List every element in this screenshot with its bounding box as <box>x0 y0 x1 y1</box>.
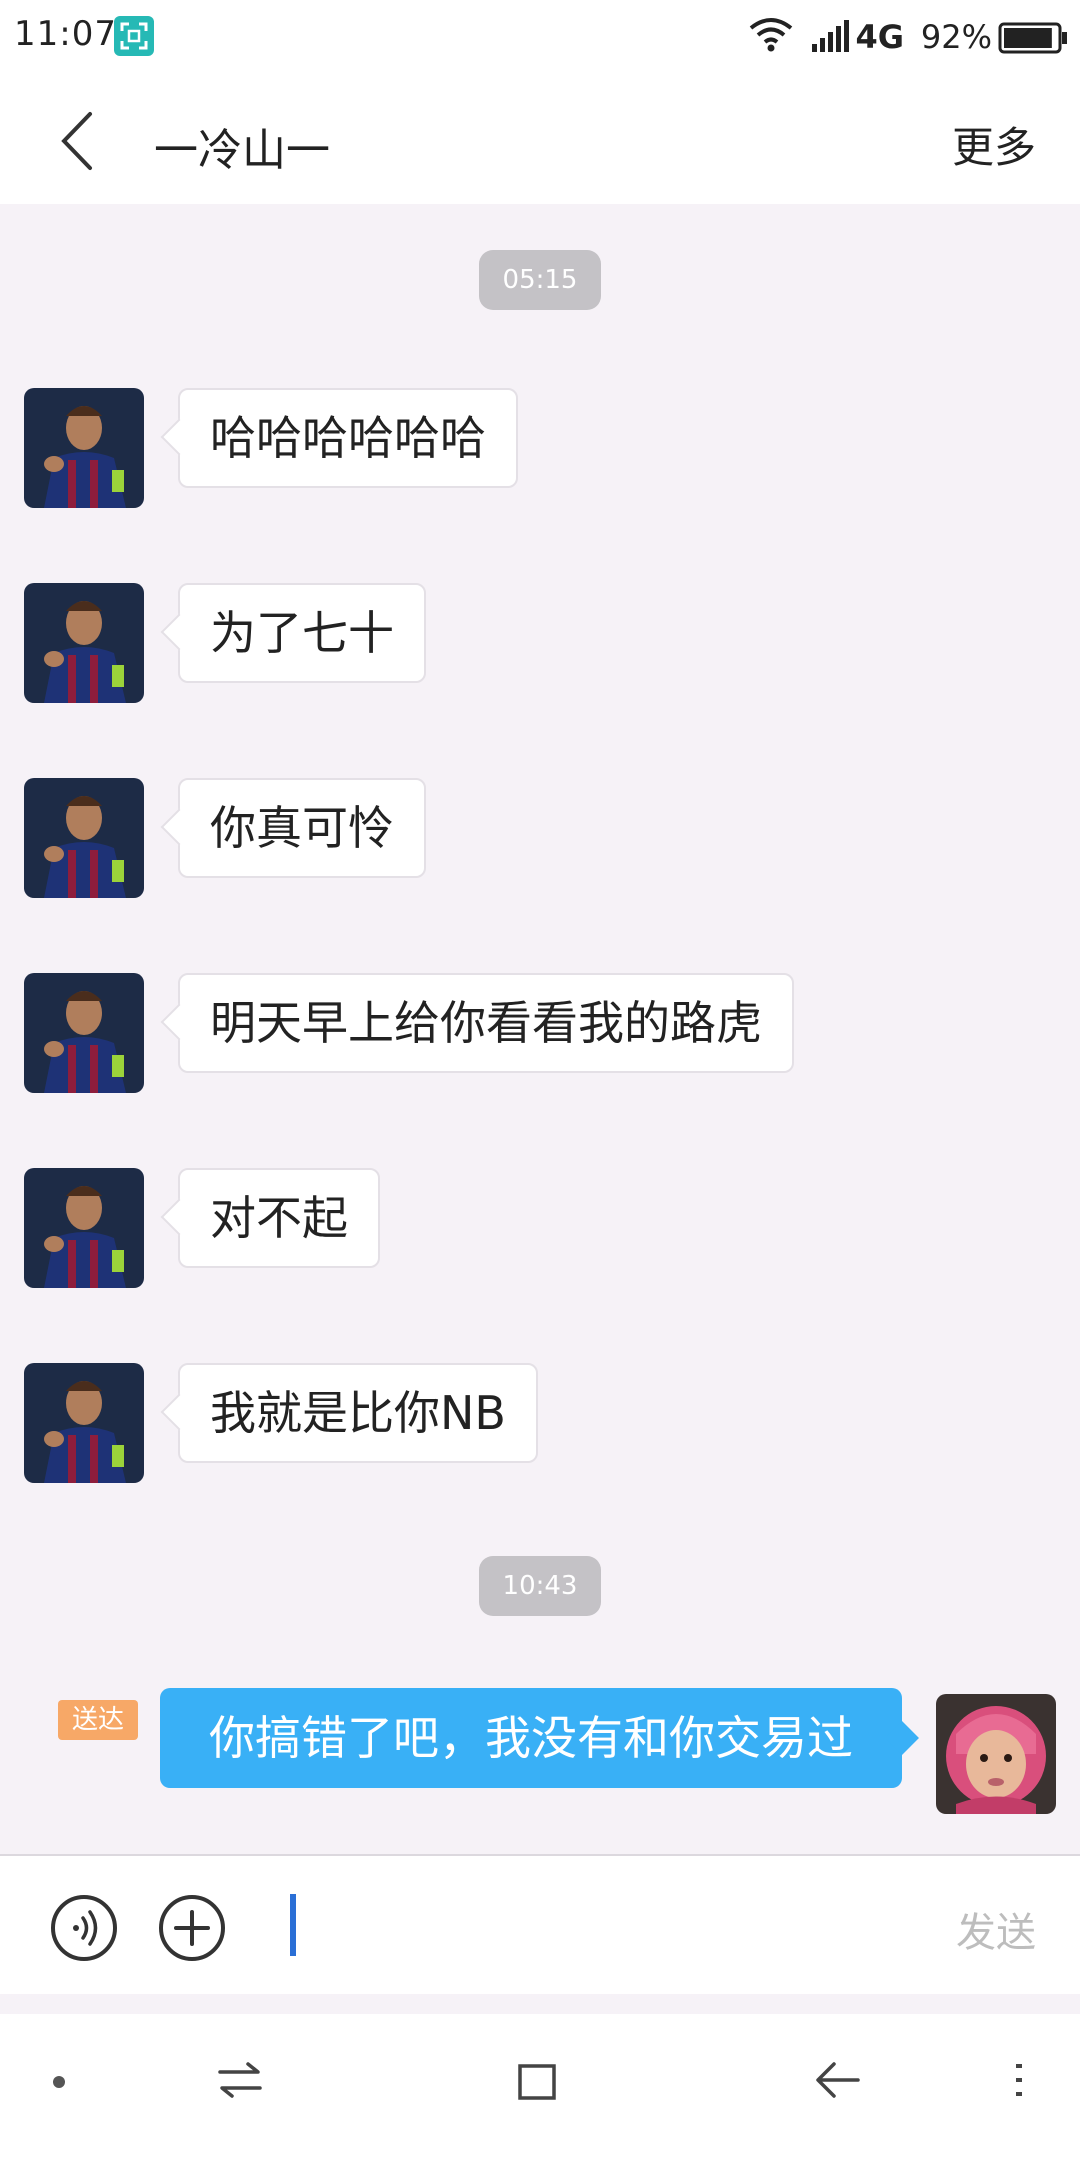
back-nav-icon[interactable] <box>814 2056 862 2108</box>
contact-avatar[interactable] <box>24 778 144 898</box>
chat-header: 一冷山一 更多 <box>0 78 1080 204</box>
message-text: 明天早上给你看看我的路虎 <box>210 996 762 1050</box>
sent-message[interactable]: 你搞错了吧，我没有和你交易过 <box>160 1688 902 1788</box>
received-message[interactable]: 为了七十 <box>178 583 426 683</box>
chat-title: 一冷山一 <box>154 125 330 176</box>
time-separator: 05:15 <box>479 250 601 310</box>
received-message[interactable]: 我就是比你NB <box>178 1363 538 1463</box>
received-message[interactable]: 哈哈哈哈哈哈 <box>178 388 518 488</box>
time-separator: 10:43 <box>479 1556 601 1616</box>
home-icon[interactable] <box>514 2056 562 2108</box>
message-text: 哈哈哈哈哈哈 <box>210 411 486 465</box>
system-nav-bar <box>0 2014 1080 2160</box>
text-cursor <box>290 1894 296 1956</box>
contact-avatar[interactable] <box>24 1168 144 1288</box>
screenshot-icon <box>114 16 154 56</box>
network-type: 4G <box>855 18 904 56</box>
received-message[interactable]: 你真可怜 <box>178 778 426 878</box>
contact-avatar[interactable] <box>24 583 144 703</box>
voice-input-icon[interactable] <box>50 1894 118 1966</box>
battery-icon <box>998 22 1068 58</box>
message-text: 你搞错了吧，我没有和你交易过 <box>209 1711 853 1765</box>
received-message[interactable]: 对不起 <box>178 1168 380 1268</box>
message-text: 对不起 <box>210 1191 348 1245</box>
contact-avatar[interactable] <box>24 1363 144 1483</box>
message-input[interactable] <box>300 1892 904 1960</box>
wifi-icon <box>748 16 794 56</box>
contact-avatar[interactable] <box>24 973 144 1093</box>
message-text: 我就是比你NB <box>210 1386 506 1440</box>
delivered-status-badge: 送达 <box>58 1700 138 1740</box>
send-button[interactable]: 发送 <box>956 1900 1036 1958</box>
message-text: 为了七十 <box>210 606 394 660</box>
status-bar: 11:07 4G 92% <box>0 0 1080 78</box>
more-button[interactable]: 更多 <box>952 114 1036 175</box>
back-arrow-icon[interactable] <box>56 108 100 178</box>
message-input-bar: 发送 <box>0 1854 1080 1994</box>
menu-icon[interactable] <box>1008 2056 1028 2108</box>
switch-app-icon[interactable] <box>216 2056 264 2108</box>
battery-percent: 92% <box>920 18 992 56</box>
nav-dot-icon[interactable] <box>52 2074 66 2093</box>
user-avatar[interactable] <box>936 1694 1056 1814</box>
contact-avatar[interactable] <box>24 388 144 508</box>
status-time: 11:07 <box>14 14 117 54</box>
signal-icon <box>812 20 856 56</box>
add-attachment-icon[interactable] <box>158 1894 226 1966</box>
received-message[interactable]: 明天早上给你看看我的路虎 <box>178 973 794 1073</box>
message-text: 你真可怜 <box>210 801 394 855</box>
message-list[interactable]: 05:15 哈哈哈哈哈哈 为了七十 你真可怜 明天早上给你看看我的路虎 对不起 … <box>0 204 1080 1854</box>
